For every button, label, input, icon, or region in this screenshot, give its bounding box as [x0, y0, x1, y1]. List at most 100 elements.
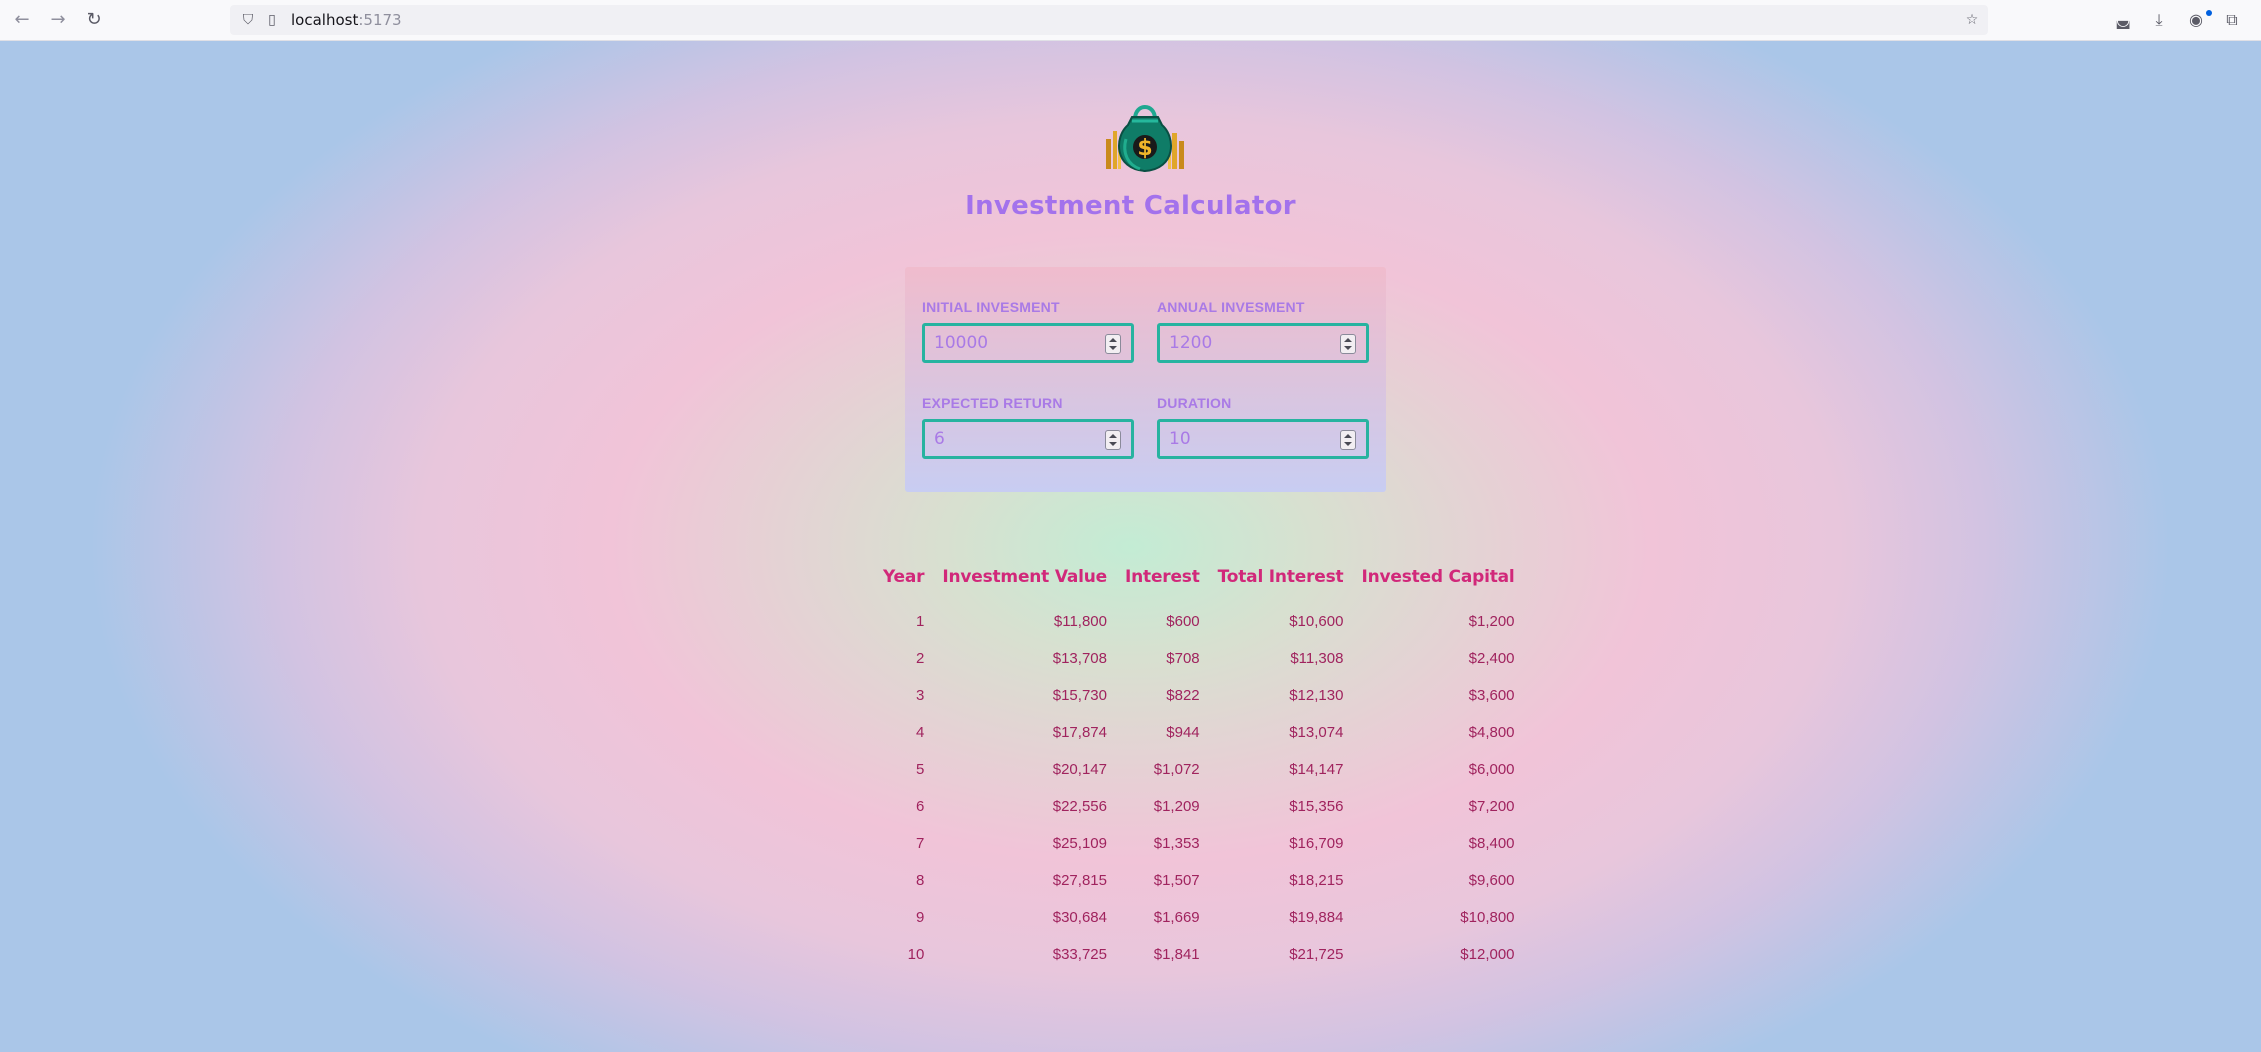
duration-label: DURATION [1157, 395, 1232, 411]
column-header-interest: Interest [1124, 567, 1200, 587]
cell-invested-capital: $1,200 [1468, 613, 1515, 630]
cell-year: 8 [916, 872, 925, 889]
results-table: Year Investment Value Interest Total Intere… [874, 551, 1524, 973]
shield-icon[interactable]: ⛉ [238, 10, 258, 30]
cell-invested-capital: $7,200 [1468, 798, 1515, 815]
cell-total-interest: $12,130 [1289, 687, 1344, 704]
cell-year: 2 [916, 650, 925, 667]
number-spinner-icon[interactable] [1105, 430, 1121, 450]
cell-total-interest: $10,600 [1289, 613, 1344, 630]
column-header-total-interest: Total Interest [1217, 567, 1344, 587]
download-icon[interactable]: ⤓ [2147, 8, 2171, 32]
page-title: Investment Calculator [965, 191, 1296, 221]
initial-investment-input[interactable]: 10000 [922, 323, 1134, 363]
cell-total-interest: $11,308 [1290, 650, 1344, 667]
column-header-year: Year [883, 567, 925, 587]
table-row: 10 $33,725 $1,841 $21,725 $12,000 [874, 936, 1524, 973]
table-row: 7 $25,109 $1,353 $16,709 $8,400 [874, 825, 1524, 862]
cell-interest: $1,507 [1153, 872, 1200, 889]
cell-invested-capital: $12,000 [1460, 946, 1515, 963]
bookmark-star-icon[interactable]: ☆ [1962, 10, 1982, 30]
table-row: 8 $27,815 $1,507 $18,215 $9,600 [874, 862, 1524, 899]
table-row: 1 $11,800 $600 $10,600 $1,200 [874, 603, 1524, 640]
table-row: 5 $20,147 $1,072 $14,147 $6,000 [874, 751, 1524, 788]
cell-invested-capital: $6,000 [1468, 761, 1515, 778]
initial-investment-label: INITIAL INVESMENT [922, 299, 1060, 315]
cell-year: 6 [916, 798, 925, 815]
cell-interest: $1,072 [1153, 761, 1200, 778]
cell-invested-capital: $9,600 [1468, 872, 1515, 889]
cell-total-interest: $15,356 [1289, 798, 1344, 815]
url-port: :5173 [358, 11, 402, 29]
reload-icon[interactable]: ↻ [82, 8, 106, 32]
duration-field: DURATION 10 [1157, 395, 1369, 459]
cell-year: 3 [916, 687, 925, 704]
cell-investment-value: $27,815 [1052, 872, 1107, 889]
cell-investment-value: $11,800 [1053, 613, 1107, 630]
cell-year: 1 [916, 613, 925, 630]
url-text[interactable]: localhost:5173 [291, 11, 402, 29]
number-spinner-icon[interactable] [1340, 334, 1356, 354]
cell-investment-value: $15,730 [1052, 687, 1107, 704]
money-bag-logo: $ [1106, 105, 1184, 173]
forward-icon[interactable]: → [46, 8, 70, 32]
cell-investment-value: $13,708 [1052, 650, 1107, 667]
table-row: 4 $17,874 $944 $13,074 $4,800 [874, 714, 1524, 751]
number-spinner-icon[interactable] [1340, 430, 1356, 450]
address-bar[interactable]: ⛉ ▯ localhost:5173 ☆ [230, 5, 1988, 35]
url-host: localhost [291, 11, 359, 29]
initial-investment-field: INITIAL INVESMENT 10000 [922, 299, 1134, 363]
number-spinner-icon[interactable] [1105, 334, 1121, 354]
cell-interest: $944 [1166, 724, 1200, 741]
cell-year: 4 [916, 724, 925, 741]
table-header-row: Year Investment Value Interest Total Intere… [874, 551, 1524, 603]
duration-value: 10 [1169, 429, 1191, 449]
duration-input[interactable]: 10 [1157, 419, 1369, 459]
cell-investment-value: $30,684 [1052, 909, 1107, 926]
column-header-investment-value: Investment Value [942, 567, 1107, 587]
cell-interest: $1,669 [1153, 909, 1200, 926]
cell-invested-capital: $3,600 [1468, 687, 1515, 704]
page-icon[interactable]: ▯ [262, 10, 282, 30]
cell-investment-value: $33,725 [1052, 946, 1107, 963]
initial-investment-value: 10000 [934, 333, 989, 353]
input-form: INITIAL INVESMENT 10000 ANNUAL INVESMENT… [905, 267, 1386, 492]
cell-total-interest: $19,884 [1289, 909, 1344, 926]
cell-investment-value: $20,147 [1052, 761, 1107, 778]
annual-investment-value: 1200 [1169, 333, 1213, 353]
cell-total-interest: $13,074 [1289, 724, 1344, 741]
cell-interest: $600 [1166, 613, 1200, 630]
table-row: 2 $13,708 $708 $11,308 $2,400 [874, 640, 1524, 677]
cell-investment-value: $22,556 [1052, 798, 1107, 815]
cell-interest: $1,841 [1153, 946, 1200, 963]
svg-text:$: $ [1137, 136, 1152, 161]
expected-return-label: EXPECTED RETURN [922, 395, 1063, 411]
table-row: 3 $15,730 $822 $12,130 $3,600 [874, 677, 1524, 714]
cell-year: 7 [916, 835, 925, 852]
cell-interest: $1,209 [1153, 798, 1200, 815]
cell-investment-value: $17,874 [1052, 724, 1107, 741]
table-row: 6 $22,556 $1,209 $15,356 $7,200 [874, 788, 1524, 825]
back-icon[interactable]: ← [10, 8, 34, 32]
annual-investment-input[interactable]: 1200 [1157, 323, 1369, 363]
extensions-icon[interactable]: ⧉ [2220, 8, 2244, 32]
cell-total-interest: $21,725 [1289, 946, 1344, 963]
pocket-icon[interactable]: ◛ [2111, 8, 2135, 32]
notification-dot [2206, 10, 2212, 16]
expected-return-input[interactable]: 6 [922, 419, 1134, 459]
cell-interest: $1,353 [1153, 835, 1200, 852]
account-icon[interactable]: ◉ [2184, 8, 2208, 32]
column-header-invested-capital: Invested Capital [1361, 567, 1515, 587]
annual-investment-field: ANNUAL INVESMENT 1200 [1157, 299, 1369, 363]
table-row: 9 $30,684 $1,669 $19,884 $10,800 [874, 899, 1524, 936]
annual-investment-label: ANNUAL INVESMENT [1157, 299, 1305, 315]
cell-invested-capital: $2,400 [1468, 650, 1515, 667]
cell-year: 5 [916, 761, 925, 778]
cell-total-interest: $14,147 [1289, 761, 1344, 778]
cell-invested-capital: $4,800 [1468, 724, 1515, 741]
cell-invested-capital: $8,400 [1468, 835, 1515, 852]
cell-interest: $822 [1166, 687, 1200, 704]
cell-interest: $708 [1166, 650, 1200, 667]
results-body: 1 $11,800 $600 $10,600 $1,200 2 $13,708 $708 $11… [874, 603, 1524, 973]
cell-invested-capital: $10,800 [1460, 909, 1515, 926]
